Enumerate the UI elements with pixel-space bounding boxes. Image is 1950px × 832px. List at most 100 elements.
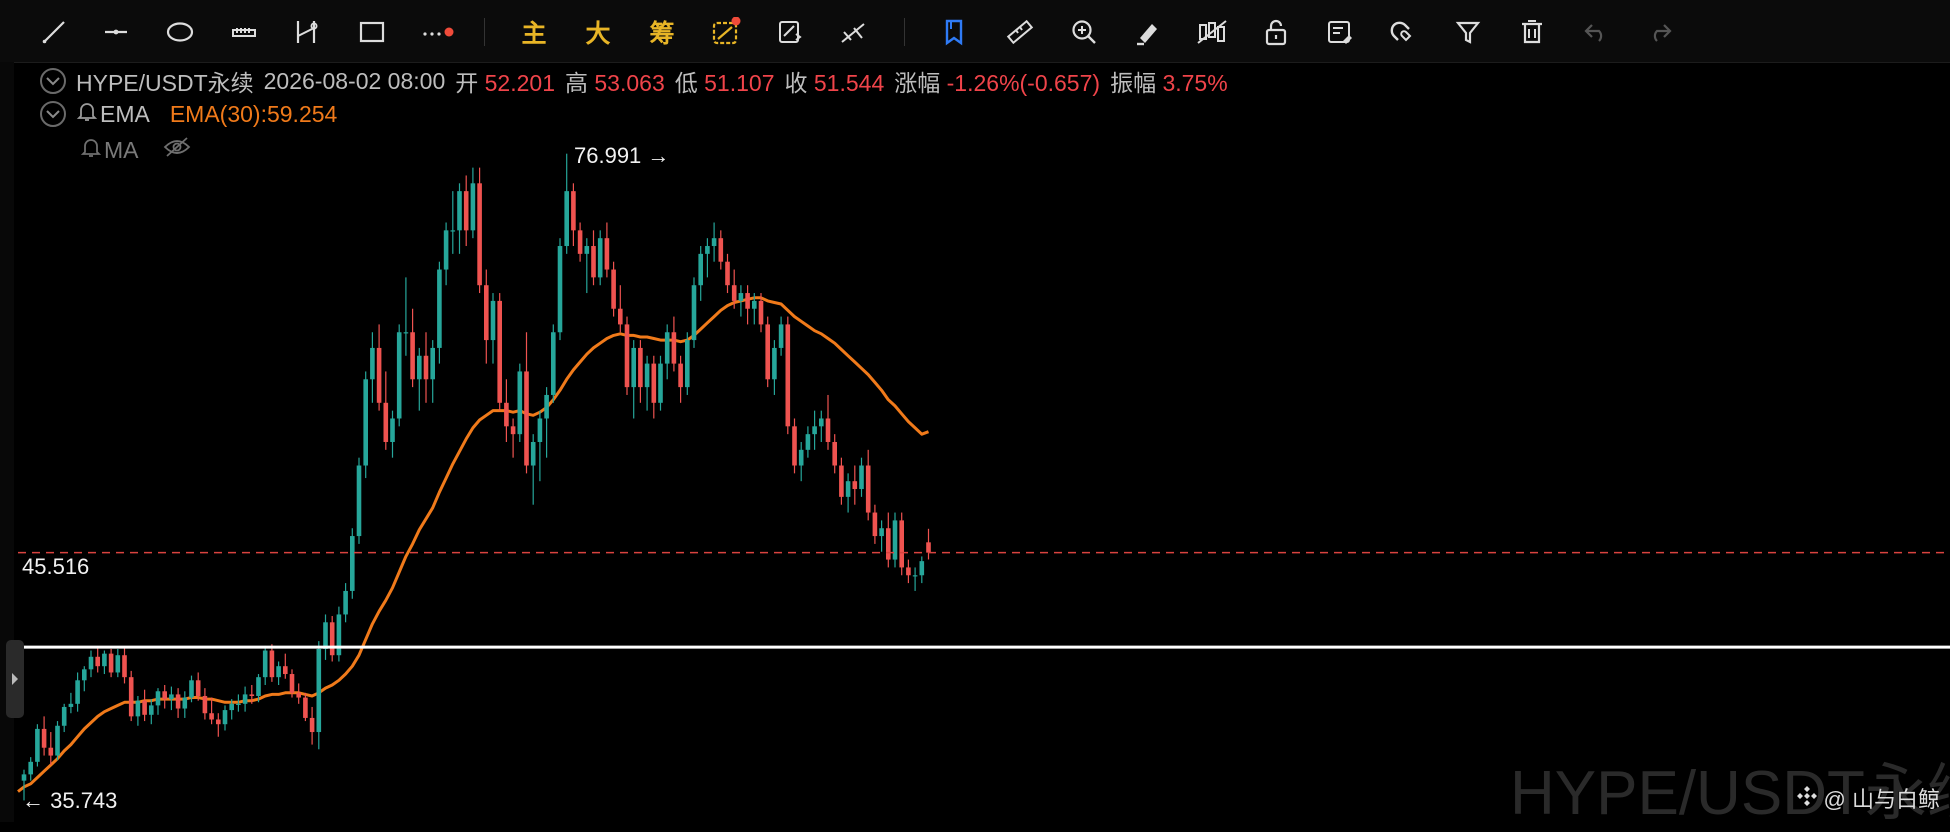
- candle[interactable]: [41, 716, 47, 756]
- candle[interactable]: [48, 732, 54, 765]
- candle[interactable]: [537, 410, 543, 482]
- candle[interactable]: [75, 672, 80, 712]
- candle[interactable]: [698, 246, 703, 301]
- candle[interactable]: [571, 183, 576, 247]
- candle[interactable]: [216, 713, 221, 737]
- candle[interactable]: [544, 387, 549, 458]
- candle[interactable]: [316, 641, 322, 750]
- candle[interactable]: [262, 645, 268, 686]
- candle[interactable]: [845, 473, 851, 513]
- candle[interactable]: [202, 688, 208, 720]
- candle[interactable]: [504, 379, 509, 442]
- candle[interactable]: [269, 644, 275, 682]
- candle[interactable]: [517, 363, 523, 442]
- candle[interactable]: [336, 606, 342, 662]
- candle[interactable]: [872, 504, 878, 544]
- candle[interactable]: [370, 332, 375, 403]
- candle[interactable]: [343, 583, 348, 623]
- candle[interactable]: [664, 324, 670, 380]
- candle[interactable]: [309, 706, 315, 745]
- candle[interactable]: [919, 556, 925, 584]
- candle[interactable]: [477, 167, 482, 294]
- candle[interactable]: [631, 340, 636, 419]
- candle[interactable]: [678, 355, 683, 403]
- candle[interactable]: [685, 332, 690, 395]
- candle[interactable]: [376, 324, 382, 411]
- candle[interactable]: [283, 653, 288, 679]
- candle[interactable]: [825, 394, 831, 450]
- candle[interactable]: [470, 167, 476, 239]
- candle[interactable]: [88, 650, 94, 678]
- collapse-legend-icon[interactable]: [40, 68, 66, 94]
- candle[interactable]: [95, 647, 100, 673]
- candle[interactable]: [450, 191, 456, 254]
- candle[interactable]: [175, 688, 181, 718]
- candle[interactable]: [604, 222, 610, 278]
- candle[interactable]: [350, 528, 355, 599]
- candle[interactable]: [819, 410, 824, 442]
- candle[interactable]: [356, 457, 362, 544]
- candle[interactable]: [463, 175, 469, 247]
- ema30-line[interactable]: [17, 296, 930, 793]
- candle[interactable]: [651, 355, 657, 419]
- candle[interactable]: [551, 324, 556, 403]
- candle[interactable]: [725, 253, 730, 294]
- candle[interactable]: [497, 293, 502, 411]
- candle[interactable]: [35, 724, 40, 767]
- candle[interactable]: [886, 512, 891, 568]
- candle[interactable]: [611, 261, 616, 317]
- candle[interactable]: [839, 457, 844, 505]
- candle[interactable]: [390, 410, 395, 458]
- ema-indicator-name[interactable]: EMA: [100, 101, 150, 128]
- candle[interactable]: [812, 410, 817, 450]
- candle[interactable]: [577, 222, 583, 262]
- candle[interactable]: [55, 721, 60, 761]
- candle[interactable]: [122, 647, 127, 684]
- candle[interactable]: [303, 692, 308, 722]
- candle[interactable]: [926, 528, 931, 560]
- candle[interactable]: [457, 183, 462, 254]
- candle[interactable]: [765, 316, 770, 388]
- candle[interactable]: [778, 316, 784, 356]
- candle[interactable]: [624, 316, 630, 395]
- candle[interactable]: [82, 666, 87, 692]
- candle[interactable]: [584, 238, 590, 294]
- candle[interactable]: [182, 691, 188, 718]
- side-panel-toggle[interactable]: [6, 640, 24, 718]
- candle[interactable]: [169, 686, 174, 711]
- candle[interactable]: [879, 520, 884, 552]
- candle[interactable]: [222, 705, 228, 731]
- candle[interactable]: [859, 457, 864, 497]
- candle[interactable]: [805, 426, 811, 458]
- candle[interactable]: [490, 293, 496, 364]
- candle[interactable]: [484, 269, 489, 364]
- candle[interactable]: [396, 324, 402, 427]
- candle[interactable]: [798, 441, 804, 482]
- candle[interactable]: [155, 688, 161, 715]
- candle[interactable]: [128, 670, 134, 722]
- candle[interactable]: [564, 153, 569, 254]
- candle[interactable]: [430, 340, 435, 403]
- candle[interactable]: [68, 692, 74, 714]
- candle[interactable]: [691, 277, 697, 348]
- candle[interactable]: [423, 332, 429, 403]
- candle[interactable]: [658, 355, 663, 411]
- candle[interactable]: [524, 332, 529, 474]
- candle[interactable]: [772, 340, 777, 395]
- candle[interactable]: [383, 371, 389, 450]
- candle[interactable]: [162, 685, 167, 709]
- candle[interactable]: [437, 261, 442, 364]
- candle[interactable]: [906, 559, 911, 584]
- candle[interactable]: [296, 683, 301, 704]
- candle[interactable]: [417, 347, 422, 411]
- candle[interactable]: [792, 418, 797, 474]
- candle[interactable]: [618, 285, 623, 333]
- candle[interactable]: [718, 230, 724, 270]
- ema-alert-bell-icon[interactable]: [76, 100, 98, 128]
- candle[interactable]: [28, 757, 33, 781]
- candle[interactable]: [671, 316, 677, 372]
- candle[interactable]: [785, 316, 791, 435]
- candle[interactable]: [363, 371, 368, 479]
- candle[interactable]: [403, 277, 409, 356]
- candle[interactable]: [102, 650, 107, 675]
